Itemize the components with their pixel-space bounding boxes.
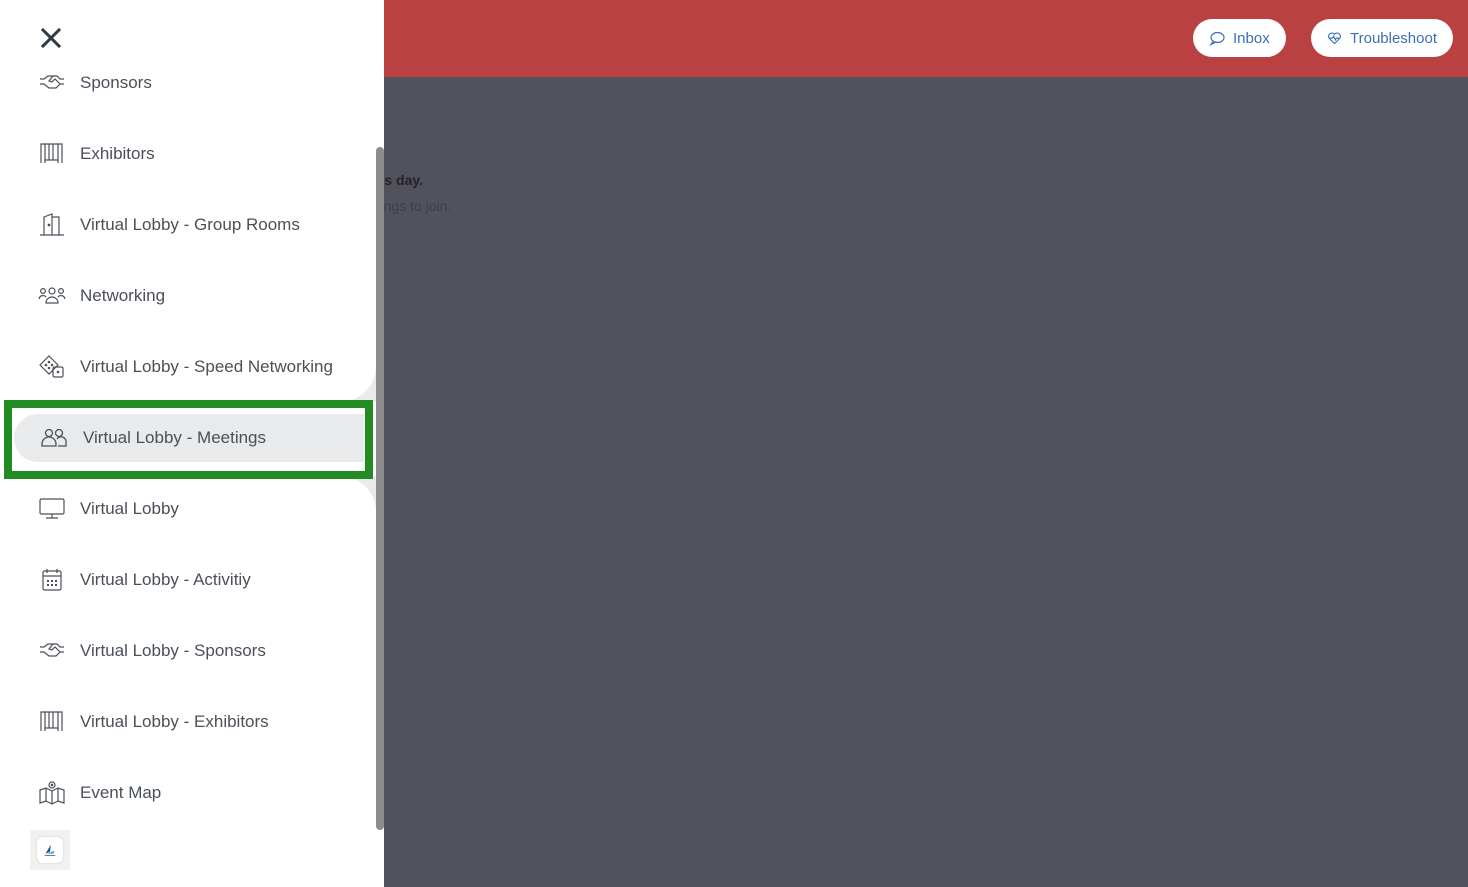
dice-icon xyxy=(38,354,66,380)
nav-item-virtual-lobby-exhibitors[interactable]: Virtual Lobby - Exhibitors xyxy=(0,698,370,746)
drawer-scrollbar[interactable] xyxy=(376,147,384,830)
handshake-icon xyxy=(38,638,66,664)
nav-item-activity[interactable]: Virtual Lobby - Activitiy xyxy=(0,556,370,604)
troubleshoot-button[interactable]: Troubleshoot xyxy=(1311,19,1453,57)
nav-item-label: Virtual Lobby - Group Rooms xyxy=(80,215,300,234)
handshake-icon xyxy=(38,70,66,96)
close-icon xyxy=(40,27,62,49)
inbox-button[interactable]: Inbox xyxy=(1193,19,1286,57)
nav-item-label: Event Map xyxy=(80,783,162,802)
nav-item-networking[interactable]: Networking xyxy=(0,272,370,320)
people-group-icon xyxy=(38,283,66,309)
booth-icon xyxy=(38,141,66,167)
nav-item-group-rooms[interactable]: Virtual Lobby - Group Rooms xyxy=(0,201,370,249)
nav-item-label: Virtual Lobby - Sponsors xyxy=(80,641,266,660)
brand-logo xyxy=(30,830,70,870)
nav-item-label: Sponsors xyxy=(80,73,152,92)
monitor-icon xyxy=(38,496,66,522)
nav-item-meetings[interactable]: Virtual Lobby - Meetings xyxy=(14,414,364,462)
nav-item-virtual-lobby-sponsors[interactable]: Virtual Lobby - Sponsors xyxy=(0,627,370,675)
nav-item-label: Virtual Lobby - Exhibitors xyxy=(80,712,269,731)
chat-bubble-icon xyxy=(1209,31,1225,46)
inbox-label: Inbox xyxy=(1233,29,1270,47)
booth-icon xyxy=(38,709,66,735)
nav-item-label: Virtual Lobby xyxy=(80,499,179,518)
navigation-drawer: Sponsors Exhibitors Virtual Lobby - Grou… xyxy=(0,0,384,887)
nav-item-label: Virtual Lobby - Speed Networking xyxy=(80,357,333,376)
door-icon xyxy=(38,212,66,238)
nav-item-label: Virtual Lobby - Activitiy xyxy=(80,570,251,589)
nav-item-event-map[interactable]: Event Map xyxy=(0,769,370,817)
nav-item-label: Virtual Lobby - Meetings xyxy=(83,428,267,447)
logo-icon xyxy=(44,844,56,856)
nav-item-label: Exhibitors xyxy=(80,144,155,163)
nav-item-sponsors[interactable]: Sponsors xyxy=(0,59,370,107)
nav-item-exhibitors[interactable]: Exhibitors xyxy=(0,130,370,178)
nav-item-speed-networking[interactable]: Virtual Lobby - Speed Networking xyxy=(0,343,370,391)
nav-item-label: Networking xyxy=(80,286,166,305)
troubleshoot-label: Troubleshoot xyxy=(1350,29,1437,47)
close-drawer-button[interactable] xyxy=(38,25,64,51)
calendar-icon xyxy=(38,567,66,593)
map-icon xyxy=(38,780,66,806)
heart-pulse-icon xyxy=(1328,32,1341,45)
nav-item-virtual-lobby[interactable]: Virtual Lobby xyxy=(0,485,370,533)
users-icon xyxy=(40,425,68,451)
